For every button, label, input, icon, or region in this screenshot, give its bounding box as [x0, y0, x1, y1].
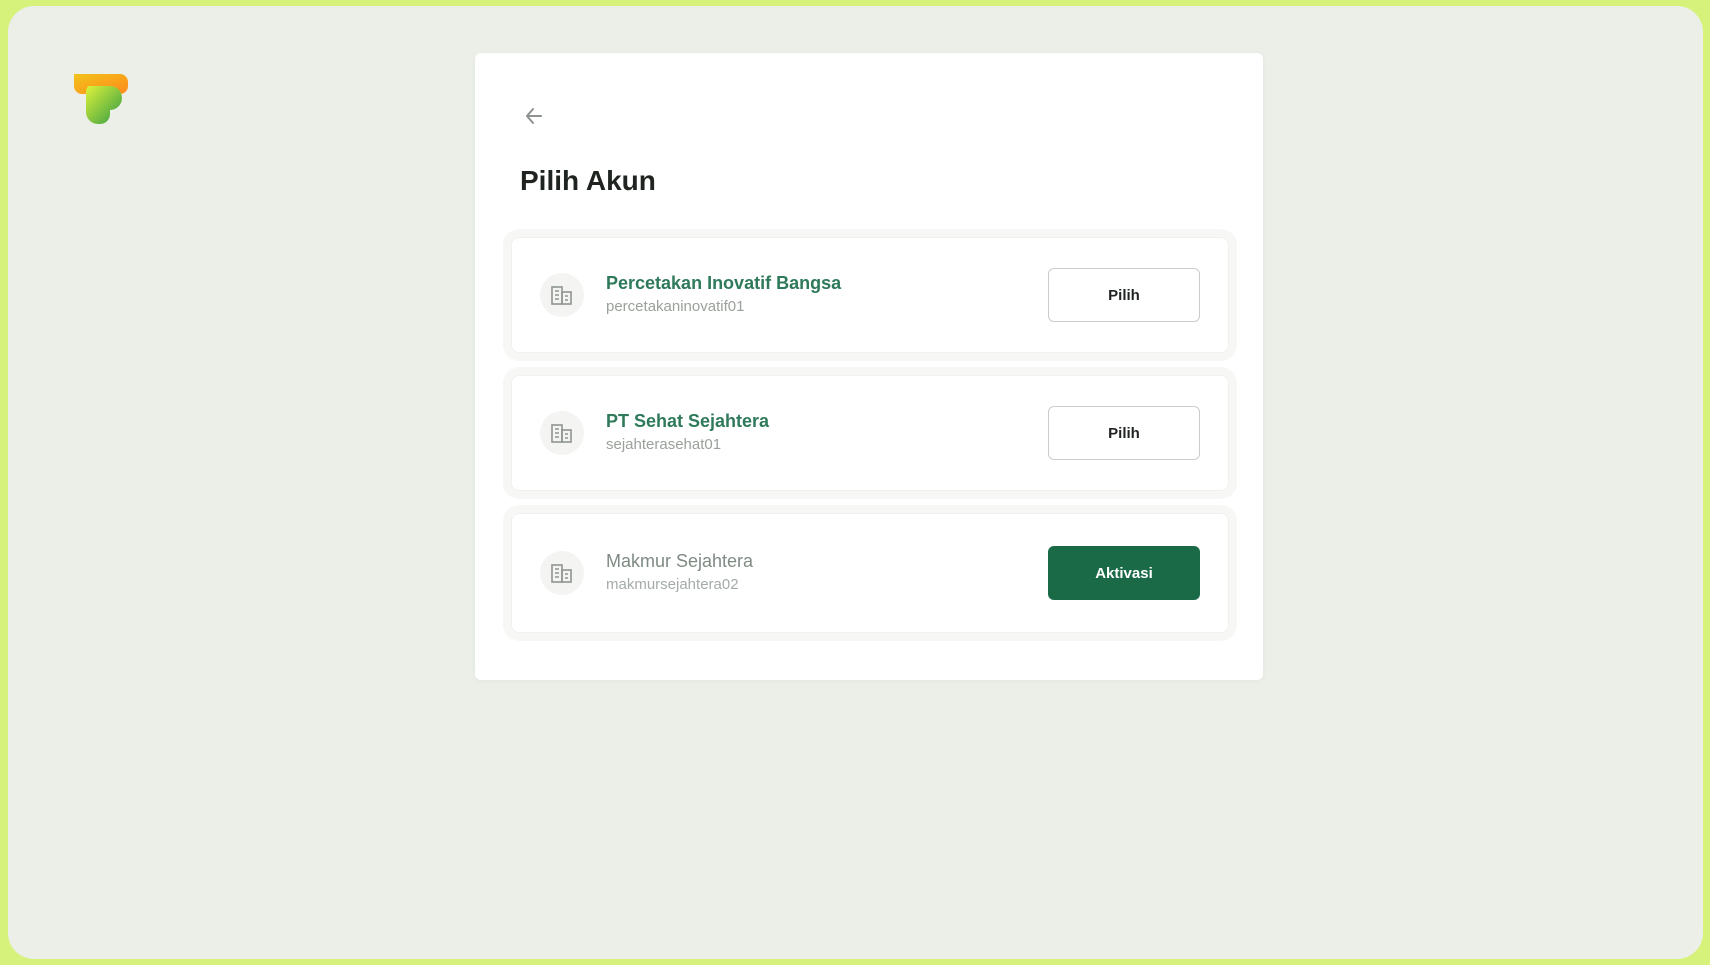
brand-logo-icon[interactable]	[68, 68, 130, 126]
account-name: Makmur Sejahtera	[606, 551, 754, 571]
account-card: PT Sehat Sejahtera sejahterasehat01 Pili…	[511, 375, 1229, 491]
activate-account-button[interactable]: Aktivasi	[1048, 546, 1200, 600]
account-username: makmursejahtera02	[606, 576, 739, 593]
building-icon	[540, 273, 584, 317]
app-frame: Pilih Akun Percetakan Inovatif Bangsa pe…	[8, 6, 1703, 959]
account-info: Percetakan Inovatif Bangsa percetakanino…	[606, 272, 841, 318]
page-title: Pilih Akun	[520, 165, 656, 196]
account-name: PT Sehat Sejahtera	[606, 411, 770, 431]
account-list: Percetakan Inovatif Bangsa percetakanino…	[511, 237, 1229, 633]
account-info: Makmur Sejahtera makmursejahtera02	[606, 550, 753, 596]
account-card: Percetakan Inovatif Bangsa percetakanino…	[511, 237, 1229, 353]
account-info: PT Sehat Sejahtera sejahterasehat01	[606, 410, 769, 456]
account-username: sejahterasehat01	[606, 436, 722, 453]
arrow-left-icon	[523, 105, 545, 132]
select-account-button[interactable]: Pilih	[1048, 406, 1200, 460]
building-icon	[540, 411, 584, 455]
choose-account-panel: Pilih Akun Percetakan Inovatif Bangsa pe…	[475, 53, 1263, 680]
select-account-button[interactable]: Pilih	[1048, 268, 1200, 322]
building-icon	[540, 551, 584, 595]
account-name: Percetakan Inovatif Bangsa	[606, 273, 842, 293]
account-username: percetakaninovatif01	[606, 298, 745, 315]
back-button[interactable]	[519, 103, 549, 133]
account-card: Makmur Sejahtera makmursejahtera02 Aktiv…	[511, 513, 1229, 633]
